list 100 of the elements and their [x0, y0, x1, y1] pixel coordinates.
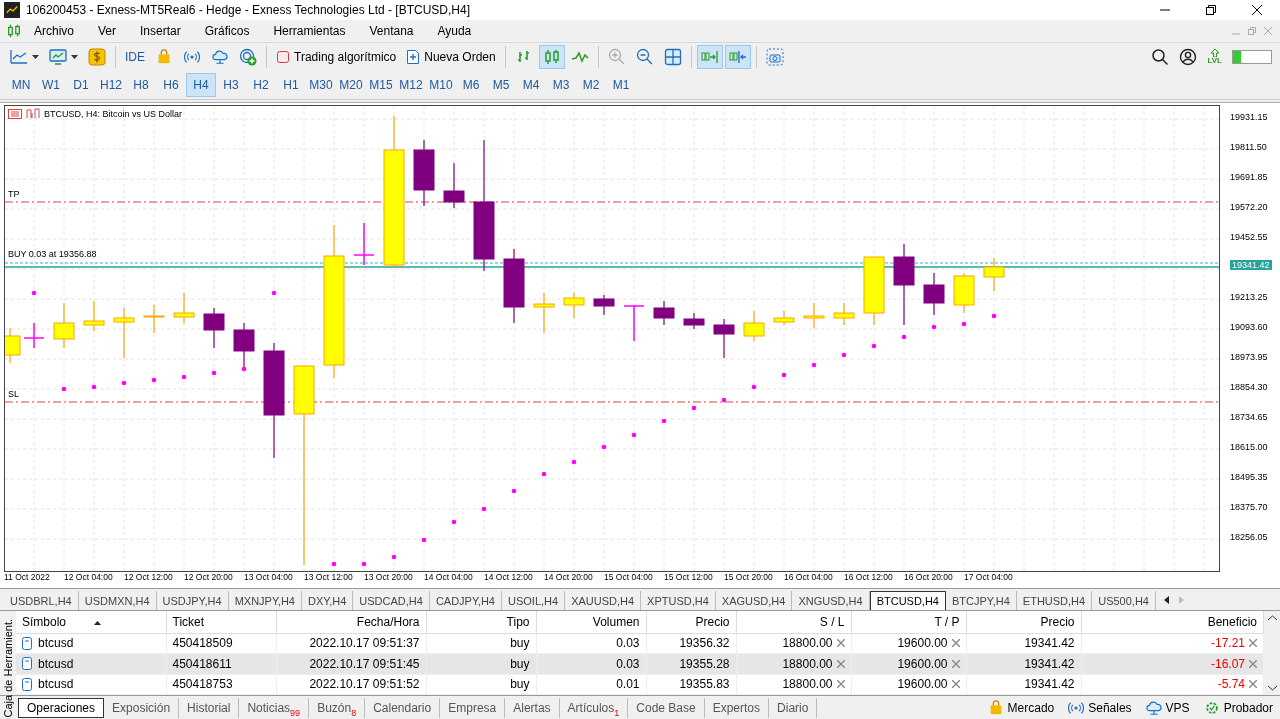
timeframe-button[interactable]: H2 [246, 73, 276, 97]
service-button[interactable]: VPS [1138, 700, 1197, 716]
remove-icon[interactable] [1249, 680, 1257, 689]
monitor-icon [49, 48, 67, 66]
remove-icon[interactable] [1249, 659, 1257, 668]
algo-trading-button[interactable]: Trading algorítmico [272, 45, 401, 69]
service-button[interactable]: Mercado [980, 700, 1062, 716]
menu-item[interactable]: Ver [86, 22, 129, 40]
remove-icon[interactable] [836, 639, 845, 648]
chart-header: BTCUSD, H4: Bitcoin vs US Dollar [44, 108, 183, 119]
timeframe-button[interactable]: H1 [276, 73, 306, 97]
toolbox-tab[interactable]: Exposición [104, 698, 180, 718]
timeframe-button[interactable]: M2 [576, 73, 606, 97]
chart-tab[interactable]: BTCUSD,H4 [869, 591, 946, 610]
timeframe-button[interactable]: M3 [546, 73, 576, 97]
timeframe-button[interactable]: M1 [606, 73, 636, 97]
timeframe-button[interactable]: W1 [36, 73, 66, 97]
remove-icon[interactable] [1249, 639, 1257, 648]
candle [83, 300, 105, 332]
timeframe-button[interactable]: M15 [366, 73, 396, 97]
table-cell: -16.07 [1210, 656, 1245, 671]
menu-item[interactable]: Gráficos [192, 22, 262, 40]
table-cell: 450418509 [172, 636, 233, 651]
timeframe-button[interactable]: D1 [66, 73, 96, 97]
remove-icon[interactable] [951, 659, 960, 668]
timeframe-button[interactable]: H6 [156, 73, 186, 97]
column-header[interactable]: Ticket [166, 611, 276, 634]
column-header[interactable]: Volumen [536, 611, 646, 634]
remove-icon[interactable] [951, 680, 960, 689]
service-button[interactable]: Señales [1061, 700, 1139, 716]
toolbox-tab[interactable]: Historial [179, 698, 240, 718]
menu-item[interactable]: Archivo [22, 22, 86, 40]
timeframe-button[interactable]: M20 [336, 73, 366, 97]
menu-item[interactable]: Herramientas [261, 22, 358, 40]
toolbox-tab[interactable]: Alertas [505, 698, 560, 718]
time-tick-label: 11 Oct 2022 [4, 572, 50, 582]
app-logo-icon [4, 2, 20, 18]
candle [713, 318, 735, 359]
timeframe-button[interactable]: M6 [456, 73, 486, 97]
table-cell: 19341.42 [1024, 656, 1075, 671]
indicator-dot [421, 537, 427, 543]
column-header[interactable]: Beneficio [1081, 611, 1264, 634]
timeframe-button[interactable]: H3 [216, 73, 246, 97]
column-header[interactable]: Símbolo [16, 611, 166, 634]
column-header[interactable]: T / P [851, 611, 966, 634]
menu-item[interactable]: Ventana [357, 22, 426, 40]
new-order-button[interactable]: Nueva Orden [402, 45, 500, 69]
column-header[interactable]: Precio [966, 611, 1081, 634]
restore-icon[interactable] [1248, 27, 1256, 35]
remove-icon[interactable] [951, 639, 960, 648]
menu-item[interactable]: Insertar [128, 22, 193, 40]
menu-item[interactable]: Ayuda [425, 22, 484, 40]
toolbox-tab[interactable]: Operaciones [18, 698, 105, 718]
timeframe-button[interactable]: M12 [396, 73, 426, 97]
restore-icon [1206, 5, 1216, 15]
position-label: BUY 0.03 at 19356.88 [8, 249, 97, 259]
price-tick-label: 19691.85 [1230, 172, 1268, 182]
scroll-left-icon[interactable] [1163, 595, 1169, 604]
scroll-down-icon[interactable] [1267, 685, 1277, 691]
timeframe-button[interactable]: MN [6, 73, 36, 97]
table-cell: btcusd [38, 636, 74, 651]
chart-type-button[interactable] [538, 45, 565, 69]
table-cell: 450418611 [172, 656, 232, 671]
candle [413, 139, 435, 207]
table-cell: buy [510, 656, 530, 671]
scroll-up-icon[interactable] [1267, 615, 1277, 621]
service-button[interactable]: Probador [1196, 700, 1280, 716]
toolbox-tab[interactable]: Expertos [704, 698, 770, 718]
table-cell: 450418753 [172, 677, 233, 692]
timeframe-button[interactable]: H4 [186, 73, 216, 97]
timeframe-button[interactable]: M30 [306, 73, 336, 97]
table-cell: btcusd [38, 656, 74, 671]
table-cell: btcusd [38, 677, 74, 692]
column-header[interactable]: Tipo [426, 611, 536, 634]
remove-icon[interactable] [836, 659, 845, 668]
column-header[interactable]: Precio [646, 611, 736, 634]
indicator-dot [481, 506, 487, 512]
candle [53, 302, 75, 349]
timeframe-button[interactable]: H8 [126, 73, 156, 97]
timeframe-button[interactable]: H12 [96, 73, 126, 97]
table-cell: 18800.00 [782, 636, 833, 651]
toolbox-tab[interactable]: Calendario [365, 698, 441, 718]
toolbox-tab[interactable]: Empresa [440, 698, 506, 718]
ide-button[interactable]: IDE [121, 45, 149, 69]
grid-icon [663, 48, 682, 66]
remove-icon[interactable] [836, 680, 845, 689]
close-icon[interactable] [1264, 27, 1272, 35]
toolbox-tab[interactable]: Diario [769, 698, 818, 718]
autoscroll-button[interactable] [696, 45, 723, 69]
indicator-dot [721, 397, 727, 403]
timeframe-button[interactable]: M5 [486, 73, 516, 97]
timeframe-button[interactable]: M4 [516, 73, 546, 97]
price-tick-label: 19213.25 [1230, 292, 1268, 302]
timeframe-button[interactable]: M10 [426, 73, 456, 97]
price-tick-label: 19093.60 [1230, 322, 1268, 332]
column-header[interactable]: S / L [736, 611, 851, 634]
signal-icon [1068, 700, 1085, 716]
toolbox-tab[interactable]: Code Base [628, 698, 705, 718]
column-header[interactable]: Fecha/Hora [276, 611, 426, 634]
chart-shift-button[interactable] [724, 45, 751, 69]
